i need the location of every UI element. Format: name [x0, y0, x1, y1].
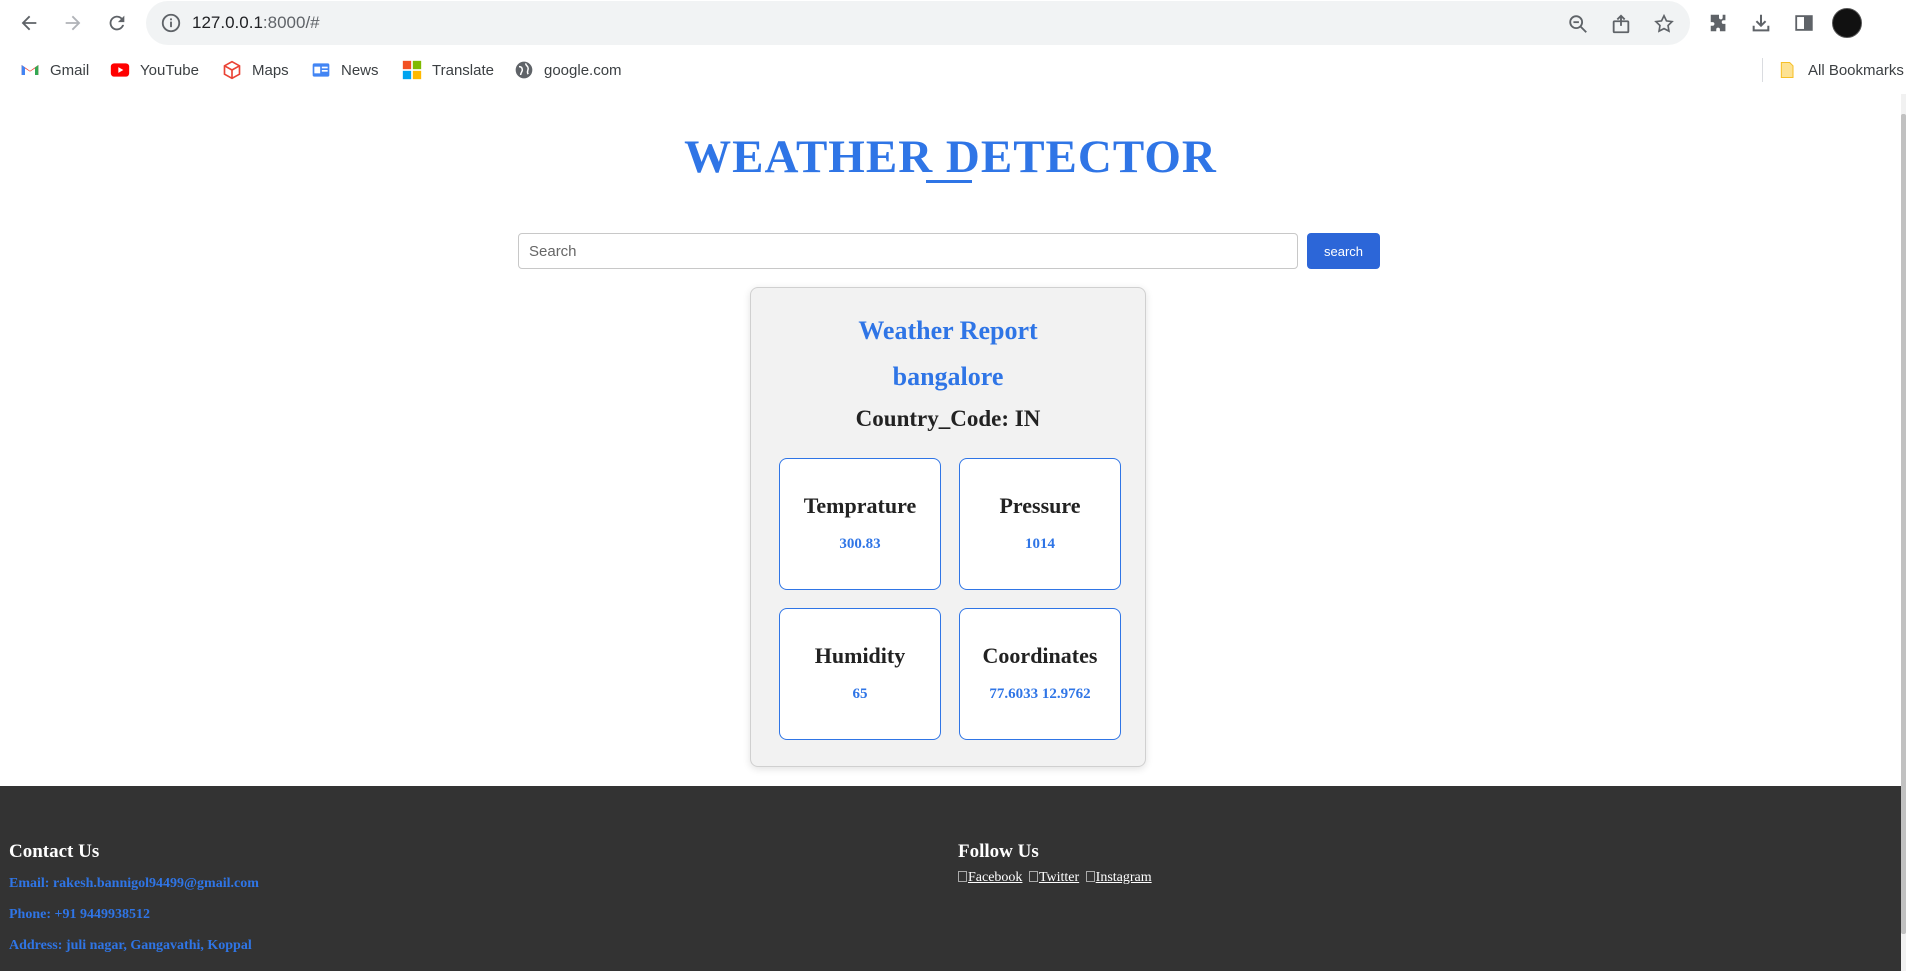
url-host: 127.0.0.1 [192, 13, 263, 32]
download-icon[interactable] [1748, 10, 1774, 36]
browser-toolbar: 127.0.0.1:8000/# [0, 0, 1906, 46]
broken-image-icon [1028, 871, 1038, 882]
reload-icon [109, 15, 125, 31]
all-bookmarks-label: All Bookmarks [1808, 61, 1904, 79]
stat-value: 77.6033 12.9762 [989, 686, 1091, 702]
url-text: 127.0.0.1:8000/# [192, 12, 320, 34]
country-code: Country_Code: IN [855, 406, 1041, 431]
youtube-icon [110, 63, 130, 77]
bookmark-star-icon[interactable] [1652, 12, 1676, 36]
page-scrollbar[interactable] [1901, 94, 1906, 971]
coordinates-card: Coordinates 77.6033 12.9762 [959, 608, 1121, 740]
stat-label: Coordinates [982, 643, 1098, 668]
back-button[interactable] [12, 6, 46, 40]
bookmark-label: Gmail [50, 61, 90, 79]
page-title: WEATHER DETECTOR [684, 131, 1217, 183]
scrollbar-thumb[interactable] [1901, 114, 1906, 934]
facebook-alt: Facebook [968, 870, 1023, 885]
search-input[interactable] [518, 233, 1298, 269]
gmail-icon [21, 65, 39, 75]
back-arrow-icon [21, 15, 37, 31]
city-name: bangalore [892, 362, 1004, 391]
stat-value: 1014 [1025, 536, 1055, 552]
bookmark-news[interactable]: News [311, 58, 379, 82]
twitter-link[interactable]: Twitter [1028, 870, 1080, 885]
broken-image-icon [1085, 871, 1095, 882]
bookmark-label: Translate [432, 61, 494, 79]
site-info-icon[interactable] [160, 12, 182, 34]
follow-heading: Follow Us [958, 841, 1039, 862]
reload-button[interactable] [100, 6, 134, 40]
stat-label: Humidity [814, 643, 906, 668]
stat-label: Temprature [803, 493, 917, 518]
search-button[interactable]: search [1307, 233, 1380, 269]
side-panel-icon[interactable] [1791, 10, 1817, 36]
profile-avatar[interactable] [1832, 8, 1862, 38]
stat-value: 300.83 [839, 536, 881, 552]
maps-icon [223, 60, 241, 80]
address-bar[interactable]: 127.0.0.1:8000/# [146, 1, 1690, 45]
site-footer: Contact Us Email: rakesh.bannigol94499@g… [0, 786, 1901, 971]
contact-email: Email: rakesh.bannigol94499@gmail.com [9, 876, 259, 891]
folder-icon [1780, 62, 1794, 78]
social-links: Facebook Twitter Instagram [958, 870, 1155, 886]
bookmark-google[interactable]: google.com [514, 58, 622, 82]
bookmark-label: News [341, 61, 379, 79]
url-path: :8000/# [262, 13, 320, 32]
bookmarks-separator [1762, 58, 1763, 82]
facebook-link[interactable]: Facebook [958, 870, 1022, 885]
instagram-link[interactable]: Instagram [1085, 870, 1152, 885]
stat-value: 65 [852, 686, 868, 702]
globe-icon [515, 61, 533, 79]
humidity-card: Humidity 65 [779, 608, 941, 740]
contact-address: Address: juli nagar, Gangavathi, Koppal [9, 938, 252, 953]
bookmark-label: Maps [252, 61, 289, 79]
twitter-alt: Twitter [1038, 870, 1080, 885]
title-underline [926, 180, 972, 183]
bookmark-youtube[interactable]: YouTube [110, 58, 199, 82]
bookmark-maps[interactable]: Maps [222, 58, 289, 82]
bookmarks-bar: Gmail YouTube Maps News Translate google… [0, 46, 1906, 94]
forward-arrow-icon [65, 15, 81, 31]
contact-heading: Contact Us [9, 841, 100, 862]
instagram-alt: Instagram [1095, 870, 1152, 885]
translate-icon [402, 60, 422, 80]
stat-label: Pressure [999, 493, 1081, 518]
bookmark-translate[interactable]: Translate [402, 58, 494, 82]
bookmark-gmail[interactable]: Gmail [20, 58, 89, 82]
web-page: WEATHER DETECTOR search Weather Report b… [0, 94, 1901, 971]
bookmark-label: YouTube [140, 61, 199, 79]
extensions-icon[interactable] [1706, 10, 1732, 36]
temperature-card: Temprature 300.83 [779, 458, 941, 590]
weather-report-card: Weather Report bangalore Country_Code: I… [750, 287, 1146, 767]
bookmark-label: google.com [544, 61, 622, 79]
news-icon [312, 63, 330, 77]
forward-button[interactable] [56, 6, 90, 40]
report-title: Weather Report [858, 316, 1038, 345]
zoom-icon[interactable] [1566, 12, 1590, 36]
share-icon[interactable] [1609, 12, 1633, 36]
broken-image-icon [958, 871, 967, 882]
pressure-card: Pressure 1014 [959, 458, 1121, 590]
all-bookmarks-button[interactable]: All Bookmarks [1778, 58, 1904, 82]
contact-phone: Phone: +91 9449938512 [9, 907, 150, 922]
